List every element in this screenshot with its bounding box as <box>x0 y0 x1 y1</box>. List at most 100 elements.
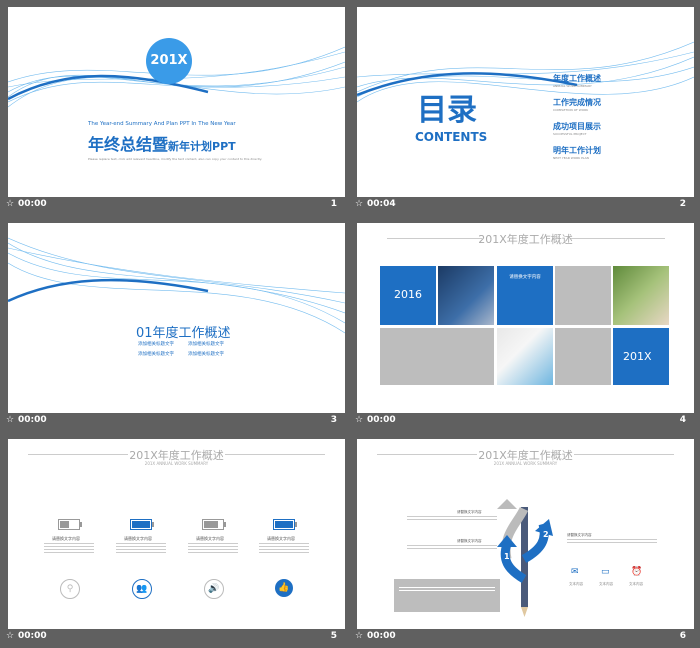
star-icon[interactable]: ☆ <box>6 415 14 425</box>
toc-item-en: SUCCESSFUL PROJECT <box>553 132 587 136</box>
toc-item[interactable]: 工作完成情况 COMPLETION OF WORK <box>553 97 601 121</box>
slide-thumb-1[interactable]: 201X The Year-end Summary And Plan PPT I… <box>0 0 345 212</box>
toc-title: 目录 <box>417 93 477 128</box>
slide-header-en: 201X ANNUAL WORK SUMMARY <box>144 461 209 466</box>
description: Please replace text, click add relevant … <box>88 157 263 161</box>
note-lines <box>399 587 495 593</box>
toc-item-cn: 年度工作概述 <box>553 74 601 83</box>
slide-header: 201X年度工作概述 <box>478 233 573 246</box>
slide-time: 00:04 <box>367 199 396 209</box>
slide-bar-3: ☆ 00:00 3 <box>0 415 345 428</box>
slide-bar-1: ☆ 00:00 1 <box>0 199 345 212</box>
text-label: 请替换文字内容 <box>567 533 592 537</box>
slide-4[interactable]: 201X年度工作概述 2016 请替换文字内容 201X <box>357 223 694 413</box>
toc-item-cn: 成功项目展示 <box>553 122 601 131</box>
slide-number: 2 <box>679 199 686 209</box>
column-desc <box>259 543 309 555</box>
toc-item[interactable]: 年度工作概述 ANNUAL WORK SUMMARY <box>553 73 601 97</box>
photo-desk <box>497 328 553 385</box>
year-tile: 2016 <box>380 266 436 325</box>
column-desc <box>44 543 94 555</box>
step-number: 2 <box>543 530 549 539</box>
gray-tile <box>555 266 611 325</box>
text-lines <box>407 545 497 551</box>
slide-number: 1 <box>330 199 337 209</box>
column-label: 请替换文字内容 <box>196 536 224 541</box>
slide-thumb-5[interactable]: 201X年度工作概述 201X ANNUAL WORK SUMMARY 请替换文… <box>0 432 345 644</box>
column-label: 请替换文字内容 <box>124 536 152 541</box>
step-number: 3 <box>503 512 509 521</box>
text-lines <box>567 539 657 545</box>
year-tile-text: 2016 <box>394 288 422 301</box>
slide-3[interactable]: 01年度工作概述 添加相关标题文字 添加相关标题文字 添加相关标题文字 添加相关… <box>8 223 345 413</box>
column-label: 请替换文字内容 <box>267 536 295 541</box>
battery-icon <box>202 519 226 530</box>
mail-icon: ✉ <box>571 567 579 577</box>
wave-decoration <box>8 237 345 334</box>
slide-number: 5 <box>330 631 337 641</box>
toc-item-en: ANNUAL WORK SUMMARY <box>553 84 592 88</box>
slide-bar-6: ☆ 00:00 6 <box>349 631 694 644</box>
slide-title: 年终总结暨新年计划PPT <box>88 131 236 155</box>
section-title: 01年度工作概述 <box>136 326 231 341</box>
toc-title-en: CONTENTS <box>415 130 488 144</box>
text-tile: 请替换文字内容 <box>497 266 553 325</box>
star-icon[interactable]: ☆ <box>355 415 363 425</box>
toc-item-en: NEXT YEAR WORK PLAN <box>553 156 589 160</box>
slide-thumb-4[interactable]: 201X年度工作概述 2016 请替换文字内容 201X ☆ 00:00 4 <box>349 216 694 428</box>
slide-time: 00:00 <box>18 199 47 209</box>
year-badge: 201X <box>146 38 192 84</box>
icon-label: 文本内容 <box>569 582 583 586</box>
column-label: 请替换文字内容 <box>52 536 80 541</box>
bullet-item: 添加相关标题文字 <box>138 352 174 357</box>
toc-item-en: COMPLETION OF WORK <box>553 108 589 112</box>
text-lines <box>407 516 497 522</box>
step-number: 1 <box>504 552 510 561</box>
year-tile-text: 201X <box>623 350 652 363</box>
photo-person <box>613 266 669 325</box>
slide-time: 00:00 <box>367 415 396 425</box>
star-icon[interactable]: ☆ <box>355 631 363 641</box>
wave-decoration <box>357 41 694 103</box>
tv-icon: ▭ <box>601 567 610 577</box>
slide-time: 00:00 <box>367 631 396 641</box>
slide-thumb-2[interactable]: 目录 CONTENTS 年度工作概述 ANNUAL WORK SUMMARY 工… <box>349 0 694 212</box>
column-desc <box>116 543 166 555</box>
toc-item[interactable]: 明年工作计划 NEXT YEAR WORK PLAN <box>553 145 601 169</box>
slide-bar-4: ☆ 00:00 4 <box>349 415 694 428</box>
bullet-item: 添加相关标题文字 <box>188 352 224 357</box>
slide-time: 00:00 <box>18 415 47 425</box>
slide-5[interactable]: 201X年度工作概述 201X ANNUAL WORK SUMMARY 请替换文… <box>8 439 345 629</box>
users-icon: 👥 <box>132 579 152 599</box>
slide-6[interactable]: 201X年度工作概述 201X ANNUAL WORK SUMMARY 3 2 … <box>357 439 694 629</box>
column-desc <box>188 543 238 555</box>
gray-note-box <box>394 579 500 612</box>
gray-tile-2 <box>555 328 611 385</box>
wave-decoration <box>8 46 345 108</box>
slide-time: 00:00 <box>18 631 47 641</box>
slide-bar-2: ☆ 00:04 2 <box>349 199 694 212</box>
star-icon[interactable]: ☆ <box>355 199 363 209</box>
slide-1[interactable]: 201X The Year-end Summary And Plan PPT I… <box>8 7 345 197</box>
slide-2[interactable]: 目录 CONTENTS 年度工作概述 ANNUAL WORK SUMMARY 工… <box>357 7 694 197</box>
slide-thumb-6[interactable]: 201X年度工作概述 201X ANNUAL WORK SUMMARY 3 2 … <box>349 432 694 644</box>
photo-vr <box>438 266 494 325</box>
slide-number: 4 <box>679 415 686 425</box>
battery-icon <box>58 519 82 530</box>
text-label: 请替换文字内容 <box>457 510 482 514</box>
slide-number: 3 <box>330 415 337 425</box>
star-icon[interactable]: ☆ <box>6 631 14 641</box>
speaker-icon: 🔊 <box>204 579 224 599</box>
battery-icon <box>273 519 297 530</box>
star-icon[interactable]: ☆ <box>6 199 14 209</box>
toc-item[interactable]: 成功项目展示 SUCCESSFUL PROJECT <box>553 121 601 145</box>
text-tile-title: 请替换文字内容 <box>509 275 541 280</box>
search-icon: ⚲ <box>60 579 80 599</box>
toc-item-cn: 工作完成情况 <box>553 98 601 107</box>
slide-thumb-3[interactable]: 01年度工作概述 添加相关标题文字 添加相关标题文字 添加相关标题文字 添加相关… <box>0 216 345 428</box>
bullet-item: 添加相关标题文字 <box>138 342 174 347</box>
slide-bar-5: ☆ 00:00 5 <box>0 631 345 644</box>
toc-list: 年度工作概述 ANNUAL WORK SUMMARY 工作完成情况 COMPLE… <box>553 73 601 169</box>
bullet-item: 添加相关标题文字 <box>188 342 224 347</box>
icon-label: 文本内容 <box>629 582 643 586</box>
